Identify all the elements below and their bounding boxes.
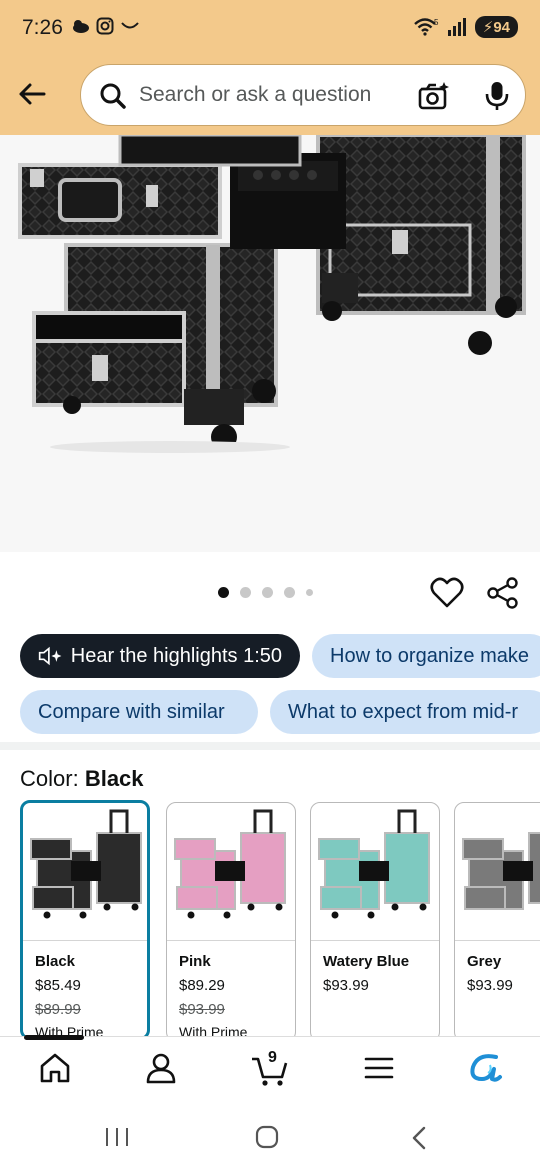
swatch-note: With Prime bbox=[179, 1024, 248, 1036]
account-icon[interactable] bbox=[144, 1051, 178, 1085]
question-chip[interactable]: How to organize make bbox=[312, 634, 540, 678]
app-header: 7:26 5 ⚡94 Search or ask a question bbox=[0, 0, 540, 135]
system-navigation-bar bbox=[0, 1104, 540, 1170]
status-right-icons: 5 ⚡94 bbox=[413, 16, 518, 38]
arrow-left-icon bbox=[19, 83, 46, 105]
smile-icon bbox=[121, 22, 139, 29]
back-button[interactable] bbox=[16, 78, 48, 110]
swatch-thumbnail bbox=[311, 803, 439, 941]
carousel-dot[interactable] bbox=[306, 589, 313, 596]
recent-apps-icon[interactable] bbox=[104, 1126, 130, 1148]
swatch-name: Black bbox=[35, 953, 76, 970]
product-photo bbox=[0, 135, 540, 552]
swatch-thumbnail bbox=[455, 803, 540, 941]
weather-icon bbox=[73, 20, 89, 33]
color-label: Color: bbox=[20, 766, 79, 791]
share-icon bbox=[487, 577, 518, 609]
product-image[interactable] bbox=[0, 135, 540, 552]
swatch-price: $93.99 bbox=[467, 977, 513, 994]
cart-count: 9 bbox=[268, 1049, 277, 1066]
question-chip-label: What to expect from mid-r bbox=[288, 700, 519, 723]
battery-level: 94 bbox=[493, 19, 510, 36]
signal-icon bbox=[447, 18, 466, 36]
battery-indicator: ⚡94 bbox=[474, 16, 518, 38]
selected-color: Black bbox=[84, 766, 144, 791]
search-bar[interactable]: Search or ask a question bbox=[80, 64, 526, 126]
notification-icons bbox=[72, 17, 140, 35]
active-tab-indicator bbox=[24, 1035, 84, 1040]
back-system-icon[interactable] bbox=[408, 1126, 430, 1150]
swatch-thumbnail bbox=[23, 803, 147, 941]
svg-text:5: 5 bbox=[434, 18, 439, 27]
speaker-sparkle-icon bbox=[38, 646, 62, 666]
status-time: 7:26 bbox=[22, 16, 63, 39]
hear-highlights-chip[interactable]: Hear the highlights 1:50 bbox=[20, 634, 300, 678]
search-icon bbox=[100, 83, 126, 109]
carousel-dot[interactable] bbox=[284, 587, 295, 598]
microphone-icon[interactable] bbox=[483, 80, 511, 112]
hear-highlights-label: Hear the highlights 1:50 bbox=[70, 644, 282, 667]
color-swatch-list[interactable]: Black $85.49 $89.99 With Prime Pink $89.… bbox=[20, 800, 540, 1036]
rufus-assistant-icon[interactable] bbox=[468, 1051, 504, 1085]
question-chip-label: How to organize make bbox=[330, 644, 529, 667]
swatch-list-price: $93.99 bbox=[179, 1001, 225, 1018]
camera-lens-icon[interactable] bbox=[417, 80, 451, 112]
carousel-dot[interactable] bbox=[262, 587, 273, 598]
home-system-icon[interactable] bbox=[254, 1124, 280, 1150]
carousel-dot[interactable] bbox=[218, 587, 229, 598]
bottom-navigation: 9 bbox=[0, 1035, 540, 1104]
swatch-price: $93.99 bbox=[323, 977, 369, 994]
menu-icon[interactable] bbox=[362, 1051, 396, 1085]
swatch-price: $89.29 bbox=[179, 977, 225, 994]
wifi-icon: 5 bbox=[413, 18, 439, 36]
color-option-watery-blue[interactable]: Watery Blue $93.99 bbox=[310, 802, 440, 1036]
compare-chip-label: Compare with similar bbox=[38, 700, 225, 723]
color-option-pink[interactable]: Pink $89.29 $93.99 With Prime bbox=[166, 802, 296, 1036]
color-heading: Color: Black bbox=[20, 766, 144, 792]
home-icon[interactable] bbox=[38, 1051, 72, 1085]
image-carousel-dots[interactable] bbox=[218, 587, 313, 598]
swatch-name: Watery Blue bbox=[323, 953, 410, 970]
wishlist-button[interactable] bbox=[430, 576, 464, 615]
section-divider bbox=[0, 742, 540, 750]
status-bar: 7:26 5 ⚡94 bbox=[0, 0, 540, 58]
compare-chip[interactable]: Compare with similar bbox=[20, 690, 258, 734]
color-option-grey[interactable]: Grey $93.99 bbox=[454, 802, 540, 1036]
swatch-name: Pink bbox=[179, 953, 211, 970]
swatch-thumbnail bbox=[167, 803, 295, 941]
carousel-dot[interactable] bbox=[240, 587, 251, 598]
search-input[interactable]: Search or ask a question bbox=[139, 83, 371, 107]
color-option-black[interactable]: Black $85.49 $89.99 With Prime bbox=[20, 800, 150, 1036]
swatch-price: $85.49 bbox=[35, 977, 81, 994]
heart-icon bbox=[430, 577, 464, 608]
swatch-list-price: $89.99 bbox=[35, 1001, 81, 1018]
instagram-icon bbox=[96, 17, 114, 35]
question-chip[interactable]: What to expect from mid-r bbox=[270, 690, 540, 734]
swatch-name: Grey bbox=[467, 953, 502, 970]
share-button[interactable] bbox=[486, 576, 520, 615]
